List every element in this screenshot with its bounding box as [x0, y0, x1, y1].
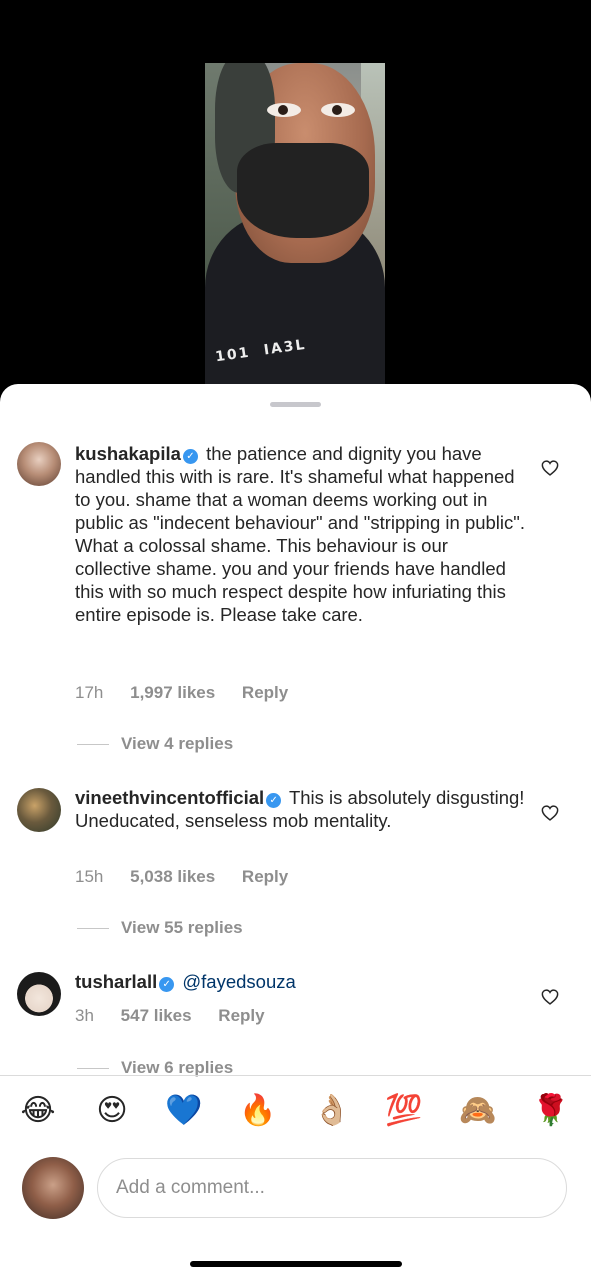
- fire-emoji-icon[interactable]: 🔥: [239, 1092, 277, 1130]
- comment-username[interactable]: kushakapila: [75, 443, 181, 464]
- emoji-quick-bar: 😂 😍 💙 🔥 👌🏼 💯 🙈 🌹: [0, 1092, 591, 1132]
- comment-meta: 3h 547 likes Reply: [75, 1006, 287, 1026]
- verified-badge-icon: ✓: [266, 793, 282, 808]
- current-user-avatar: [22, 1157, 84, 1219]
- home-indicator[interactable]: [190, 1261, 402, 1267]
- ok-hand-emoji-icon[interactable]: 👌🏼: [313, 1092, 351, 1130]
- comment-time: 15h: [75, 867, 104, 886]
- reply-button[interactable]: Reply: [242, 683, 288, 702]
- hundred-points-emoji-icon[interactable]: 💯: [385, 1092, 423, 1130]
- comment-text: the patience and dignity you have handle…: [75, 443, 525, 625]
- person-eye: [267, 103, 301, 117]
- video-player[interactable]: 101 IA3L: [0, 0, 591, 400]
- face-mask: [237, 143, 369, 238]
- verified-badge-icon: ✓: [182, 449, 198, 464]
- view-replies-label: View 4 replies: [121, 734, 234, 753]
- video-frame[interactable]: 101 IA3L: [205, 63, 385, 400]
- comment-time: 17h: [75, 683, 104, 702]
- comment-likes[interactable]: 5,038 likes: [130, 867, 215, 886]
- view-replies-button[interactable]: View 55 replies: [77, 918, 243, 938]
- comment-time: 3h: [75, 1006, 94, 1025]
- person-eye: [321, 103, 355, 117]
- replies-line: [77, 928, 109, 930]
- view-replies-label: View 55 replies: [121, 918, 243, 937]
- comment-username[interactable]: vineethvincentofficial: [75, 787, 264, 808]
- comment-composer: Add a comment...: [0, 1154, 591, 1224]
- rose-emoji-icon[interactable]: 🌹: [532, 1092, 570, 1130]
- comment-meta: 17h 1,997 likes Reply: [75, 683, 310, 703]
- avatar[interactable]: [17, 972, 61, 1016]
- comment-likes[interactable]: 547 likes: [121, 1006, 192, 1025]
- avatar[interactable]: [17, 788, 61, 832]
- heart-icon[interactable]: [541, 805, 559, 821]
- comment-mention[interactable]: @fayedsouza: [182, 971, 295, 992]
- blue-heart-emoji-icon[interactable]: 💙: [165, 1092, 203, 1130]
- heart-icon[interactable]: [541, 460, 559, 476]
- tears-of-joy-emoji-icon[interactable]: 😂: [19, 1092, 57, 1130]
- comments-sheet: kushakapila ✓ the patience and dignity yo…: [0, 384, 591, 1280]
- comment-meta: 15h 5,038 likes Reply: [75, 867, 310, 887]
- sheet-grabber[interactable]: [270, 402, 321, 407]
- replies-line: [77, 1068, 109, 1070]
- reply-button[interactable]: Reply: [218, 1006, 264, 1025]
- comment-body: vineethvincentofficial ✓ This is absolute…: [75, 786, 525, 832]
- heart-eyes-emoji-icon[interactable]: 😍: [93, 1092, 131, 1130]
- comment-input[interactable]: Add a comment...: [97, 1158, 567, 1218]
- divider: [0, 1075, 591, 1076]
- comment-likes[interactable]: 1,997 likes: [130, 683, 215, 702]
- comment-body: tusharlall ✓ @fayedsouza: [75, 970, 525, 993]
- avatar[interactable]: [17, 442, 61, 486]
- replies-line: [77, 744, 109, 746]
- reply-button[interactable]: Reply: [242, 867, 288, 886]
- view-replies-button[interactable]: View 4 replies: [77, 734, 233, 754]
- comment-body: kushakapila ✓ the patience and dignity yo…: [75, 442, 525, 626]
- see-no-evil-monkey-emoji-icon[interactable]: 🙈: [459, 1092, 497, 1130]
- verified-badge-icon: ✓: [159, 977, 175, 992]
- comment-username[interactable]: tusharlall: [75, 971, 157, 992]
- heart-icon[interactable]: [541, 989, 559, 1005]
